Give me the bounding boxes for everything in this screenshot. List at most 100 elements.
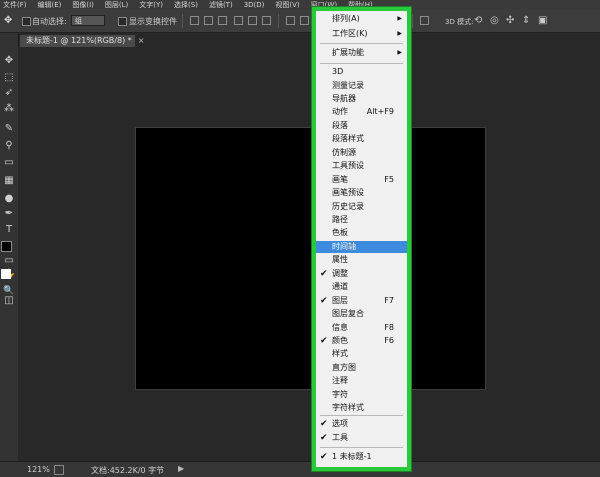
align-right-icon[interactable] (262, 16, 271, 25)
menu-item-panel[interactable]: 段落 (316, 120, 407, 132)
slide-3d-icon[interactable]: ⇕ (522, 15, 530, 26)
menu-item-panel[interactable]: 直方图 (316, 362, 407, 374)
menu-item-label: 字符样式 (332, 403, 364, 413)
menu-item-label: 仿制源 (332, 147, 356, 157)
rotate-3d-icon[interactable]: ⟲ (474, 15, 482, 26)
lasso-tool-icon[interactable]: ➶ (3, 87, 15, 99)
menu-item-panel[interactable]: 属性 (316, 254, 407, 266)
menu-file[interactable]: 文件(F) (3, 0, 27, 9)
marquee-tool-icon[interactable]: ⬚ (3, 72, 15, 84)
menu-item-panel[interactable]: 色板 (316, 227, 407, 239)
menu-separator (320, 63, 403, 64)
roll-3d-icon[interactable]: ◎ (490, 15, 499, 26)
align-top-icon[interactable] (190, 16, 199, 25)
menu-item-panel[interactable]: ✔ 调整 (316, 268, 407, 280)
divider (278, 14, 279, 28)
checkmark-icon: ✔ (320, 268, 328, 279)
menu-image[interactable]: 图像(I) (72, 0, 94, 9)
menu-item-extensions[interactable]: 扩展功能 ▶ (316, 47, 407, 59)
menu-item-panel[interactable]: 动作 Alt+F9 (316, 106, 407, 118)
distribute-icon[interactable] (300, 16, 309, 25)
auto-align-icon[interactable] (420, 16, 429, 25)
menu-select[interactable]: 选择(S) (174, 0, 198, 9)
menu-item-panel[interactable]: 字符 (316, 389, 407, 401)
drag-3d-icon[interactable]: ✣ (506, 15, 514, 26)
menu-item-panel[interactable]: 注释 (316, 375, 407, 387)
menu-item-panel[interactable]: 字符样式 (316, 402, 407, 414)
menu-item-label: 动作 (332, 107, 348, 117)
menu-item-panel[interactable]: ✔ 颜色 F6 (316, 335, 407, 347)
menu-item-panel[interactable]: 时间轴 (316, 240, 407, 253)
pen-tool-icon[interactable]: ✒ (3, 208, 15, 220)
tools-panel: ✥ ⬚ ➶ ⁂ ✎ ⚲ ▭ ▦ ● ✒ T ➤ ▭ ✋ 🔍 ◫ (0, 33, 19, 461)
menu-item-tools[interactable]: ✔ 工具 (316, 432, 407, 444)
options-bar: ✥ 自动选择: 组 显示变换控件 3D 模式: ⟲ ◎ ✣ ⇕ ▣ (0, 9, 600, 33)
menu-item-panel[interactable]: 导航器 (316, 93, 407, 105)
checkmark-icon: ✔ (320, 452, 328, 462)
align-left-icon[interactable] (234, 16, 243, 25)
align-hcenter-icon[interactable] (248, 16, 257, 25)
move-tool-icon[interactable]: ✥ (3, 55, 15, 67)
show-transform-checkbox[interactable] (118, 17, 127, 26)
menu-item-panel[interactable]: 通道 (316, 281, 407, 293)
auto-select-checkbox[interactable] (22, 17, 31, 26)
menu-item-panel[interactable]: 路径 (316, 214, 407, 226)
zoom-level[interactable]: 121% (27, 465, 50, 474)
menu-item-label: 路径 (332, 214, 348, 224)
auto-select-dropdown[interactable]: 组 (71, 15, 105, 26)
menu-item-label: 图层 (332, 295, 348, 305)
dodge-tool-icon[interactable]: ● (3, 193, 15, 205)
clone-stamp-icon[interactable]: ⚲ (3, 140, 15, 152)
menu-item-panel[interactable]: ✔ 图层 F7 (316, 295, 407, 307)
menu-item-label: 段落样式 (332, 134, 364, 144)
menu-item-panel[interactable]: 画笔 F5 (316, 174, 407, 186)
menu-layer[interactable]: 图层(L) (105, 0, 128, 9)
menu-item-panel[interactable]: 段落样式 (316, 133, 407, 145)
foreground-color-swatch[interactable] (1, 241, 12, 252)
document-canvas[interactable] (135, 127, 486, 390)
menu-item-workspace[interactable]: 工作区(K) ▶ (316, 28, 407, 40)
status-menu-arrow-icon[interactable]: ▶ (178, 464, 184, 473)
menu-item-document[interactable]: ✔ 1 未标题-1 (316, 451, 407, 463)
menu-item-panel[interactable]: 测量记录 (316, 80, 407, 92)
document-tab-title: 未标题-1 @ 121%(RGB/8) * (26, 36, 132, 45)
close-tab-icon[interactable]: × (138, 36, 145, 45)
divider (182, 14, 183, 28)
menu-type[interactable]: 文字(Y) (139, 0, 163, 9)
brush-tool-icon[interactable]: ✎ (3, 123, 15, 135)
menu-item-panel[interactable]: 样式 (316, 348, 407, 360)
type-tool-icon[interactable]: T (3, 224, 15, 236)
menu-item-shortcut: F5 (384, 174, 394, 184)
menu-item-shortcut: F6 (384, 336, 394, 345)
menu-view[interactable]: 视图(V) (275, 0, 299, 9)
distribute-icon[interactable] (286, 16, 295, 25)
menu-edit[interactable]: 编辑(E) (38, 0, 62, 9)
menu-item-panel[interactable]: 工具预设 (316, 160, 407, 172)
shape-tool-icon[interactable]: ▭ (3, 255, 15, 267)
menu-filter[interactable]: 滤镜(T) (209, 0, 233, 9)
quick-mask-icon[interactable]: ◫ (3, 295, 15, 307)
background-color-swatch[interactable] (1, 269, 11, 279)
submenu-arrow-icon: ▶ (397, 49, 402, 56)
align-vcenter-icon[interactable] (204, 16, 213, 25)
menu-3d[interactable]: 3D(D) (244, 1, 265, 9)
menu-item-arrange[interactable]: 排列(A) ▶ (316, 13, 407, 25)
menu-item-panel[interactable]: 3D (316, 66, 407, 78)
status-icon[interactable] (54, 465, 64, 475)
menu-item-panel[interactable]: 信息 F8 (316, 322, 407, 334)
menu-item-label: 3D (332, 67, 344, 76)
divider (412, 14, 413, 28)
menu-item-panel[interactable]: 画笔预设 (316, 187, 407, 199)
menu-item-options[interactable]: ✔ 选项 (316, 418, 407, 430)
align-bottom-icon[interactable] (218, 16, 227, 25)
gradient-tool-icon[interactable]: ▦ (3, 175, 15, 187)
menu-item-panel[interactable]: 仿制源 (316, 147, 407, 159)
move-tool-icon[interactable]: ✥ (4, 15, 16, 27)
scale-3d-icon[interactable]: ▣ (538, 15, 547, 26)
document-tab[interactable]: 未标题-1 @ 121%(RGB/8) * × (20, 35, 144, 47)
menu-item-label: 画笔 (332, 174, 348, 184)
eraser-icon[interactable]: ▭ (3, 157, 15, 169)
menu-item-panel[interactable]: 历史记录 (316, 201, 407, 213)
menu-item-panel[interactable]: 图层复合 (316, 308, 407, 320)
magic-wand-icon[interactable]: ⁂ (3, 103, 15, 115)
